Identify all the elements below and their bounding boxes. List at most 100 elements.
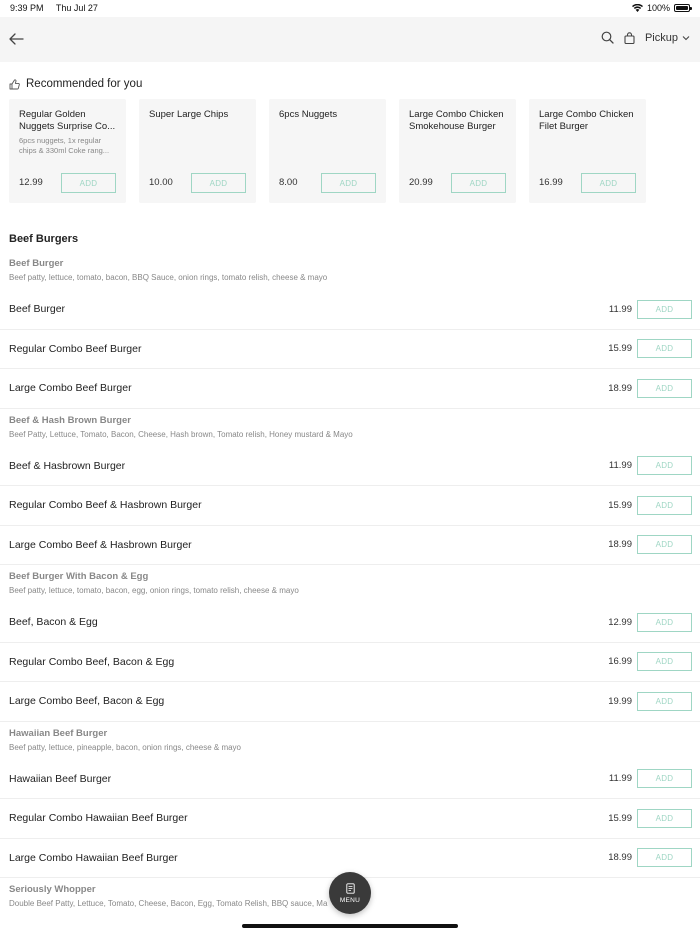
group-name: Beef Burger — [9, 258, 64, 269]
menu-item-row[interactable]: Large Combo Beef Burger 18.99 ADD — [0, 369, 700, 409]
menu-button[interactable]: MENU — [329, 872, 371, 914]
add-button[interactable]: ADD — [637, 808, 692, 828]
recommended-card-name: Regular Golden Nuggets Surprise Co... — [19, 109, 116, 132]
add-button[interactable]: ADD — [637, 612, 692, 632]
add-button[interactable]: ADD — [61, 173, 116, 193]
menu-item-row[interactable]: Regular Combo Beef, Bacon & Egg 16.99 AD… — [0, 643, 700, 682]
menu-item-name: Regular Combo Beef & Hasbrown Burger — [9, 499, 202, 512]
group-header: Beef Burger Beef patty, lettuce, tomato,… — [0, 252, 700, 290]
menu-item-name: Large Combo Hawaiian Beef Burger — [9, 851, 178, 864]
menu-item-price: 19.99 — [608, 695, 632, 707]
menu-item-name: Beef Burger — [9, 303, 66, 316]
menu-item-row[interactable]: Beef & Hasbrown Burger 11.99 ADD — [0, 447, 700, 486]
add-button[interactable]: ADD — [637, 535, 692, 555]
group-header: Beef & Hash Brown Burger Beef Patty, Let… — [0, 409, 700, 447]
group-name: Beef & Hash Brown Burger — [9, 414, 131, 426]
chevron-down-icon — [682, 35, 690, 40]
add-button[interactable]: ADD — [637, 299, 692, 319]
search-icon[interactable] — [601, 31, 614, 44]
menu-item-name: Regular Combo Beef, Bacon & Egg — [9, 655, 175, 668]
add-button[interactable]: ADD — [191, 173, 246, 193]
bag-icon — [624, 31, 635, 44]
recommended-card-name: Large Combo Chicken Filet Burger — [539, 109, 634, 132]
menu-item-price: 18.99 — [608, 852, 632, 864]
add-button[interactable]: ADD — [321, 173, 376, 193]
menu-item-name: Beef, Bacon & Egg — [9, 616, 98, 629]
status-time: 9:39 PM — [10, 3, 44, 13]
pickup-label: Pickup — [644, 31, 678, 44]
menu-item-row[interactable]: Beef, Bacon & Egg 12.99 ADD — [0, 603, 700, 643]
menu-item-row[interactable]: Large Combo Beef & Hasbrown Burger 18.99… — [0, 526, 700, 565]
menu-list: Beef Burger Beef patty, lettuce, tomato,… — [0, 252, 700, 916]
menu-doc-icon — [345, 882, 355, 894]
menu-item-row[interactable]: Large Combo Beef, Bacon & Egg 19.99 ADD — [0, 682, 700, 722]
group-header: Beef Burger With Bacon & Egg Beef patty,… — [0, 565, 700, 603]
group-header: Hawaiian Beef Burger Beef patty, lettuce… — [0, 722, 700, 760]
menu-item-price: 18.99 — [608, 382, 632, 394]
add-button[interactable]: ADD — [637, 848, 692, 868]
menu-item-price: 16.99 — [608, 656, 632, 668]
menu-button-label: MENU — [339, 896, 361, 904]
add-button[interactable]: ADD — [637, 652, 692, 672]
menu-item-row[interactable]: Regular Combo Beef & Hasbrown Burger 15.… — [0, 486, 700, 526]
menu-item-name: Beef & Hasbrown Burger — [9, 459, 126, 472]
menu-item-name: Large Combo Beef Burger — [9, 382, 132, 395]
add-button[interactable]: ADD — [451, 173, 506, 193]
recommended-header: Recommended for you — [9, 78, 142, 90]
menu-item-row[interactable]: Hawaiian Beef Burger 11.99 ADD — [0, 760, 700, 799]
menu-item-row[interactable]: Regular Combo Hawaiian Beef Burger 15.99… — [0, 799, 700, 839]
menu-item-name: Large Combo Beef, Bacon & Egg — [9, 695, 165, 708]
menu-item-price: 11.99 — [608, 460, 632, 472]
wifi-icon — [631, 4, 643, 12]
recommended-card-price: 12.99 — [19, 177, 43, 188]
recommended-card[interactable]: Large Combo Chicken Smokehouse Burger 20… — [399, 99, 516, 203]
menu-item-price: 15.99 — [608, 343, 632, 355]
recommended-card-name: 6pcs Nuggets — [279, 109, 338, 120]
top-nav-bar: Pickup — [0, 17, 700, 62]
menu-item-price: 15.99 — [608, 812, 632, 824]
menu-item-price: 18.99 — [608, 539, 632, 551]
recommended-card-name: Super Large Chips — [149, 109, 229, 120]
recommended-carousel[interactable]: Regular Golden Nuggets Surprise Co... 6p… — [9, 99, 646, 203]
recommended-card[interactable]: 6pcs Nuggets 8.00 ADD — [269, 99, 386, 203]
add-button[interactable]: ADD — [637, 769, 692, 789]
menu-item-price: 11.99 — [608, 303, 632, 315]
menu-item-row[interactable]: Regular Combo Beef Burger 15.99 ADD — [0, 330, 700, 369]
recommended-card-name: Large Combo Chicken Smokehouse Burger — [409, 109, 504, 132]
menu-item-name: Large Combo Beef & Hasbrown Burger — [9, 538, 192, 551]
arrow-left-icon[interactable] — [8, 31, 24, 47]
add-button[interactable]: ADD — [637, 339, 692, 359]
recommended-card[interactable]: Super Large Chips 10.00 ADD — [139, 99, 256, 203]
home-indicator — [242, 924, 458, 928]
add-button[interactable]: ADD — [637, 378, 692, 398]
recommended-card[interactable]: Large Combo Chicken Filet Burger 16.99 A… — [529, 99, 646, 203]
battery-percent: 100% — [646, 3, 670, 13]
status-date: Thu Jul 27 — [55, 3, 98, 13]
group-description: Beef patty, lettuce, pineapple, bacon, o… — [9, 742, 241, 752]
group-description: Beef patty, lettuce, tomato, bacon, egg,… — [9, 586, 299, 595]
battery-icon — [674, 4, 692, 12]
menu-item-name: Regular Combo Beef Burger — [9, 342, 142, 355]
recommended-card[interactable]: Regular Golden Nuggets Surprise Co... 6p… — [9, 99, 126, 203]
recommended-title: Recommended for you — [26, 78, 143, 90]
add-button[interactable]: ADD — [637, 691, 692, 711]
group-description: Beef Patty, Lettuce, Tomato, Bacon, Chee… — [9, 429, 353, 439]
menu-item-price: 12.99 — [608, 616, 632, 628]
add-button[interactable]: ADD — [637, 495, 692, 515]
status-bar: 9:39 PM Thu Jul 27 100% — [0, 0, 700, 17]
menu-item-row[interactable]: Beef Burger 11.99 ADD — [0, 290, 700, 330]
recommended-card-price: 16.99 — [539, 177, 563, 188]
thumbs-up-icon — [9, 78, 20, 89]
add-button[interactable]: ADD — [581, 173, 636, 193]
group-name: Hawaiian Beef Burger — [9, 727, 108, 739]
recommended-card-price: 8.00 — [279, 177, 298, 188]
recommended-card-desc: 6pcs nuggets, 1x regular chips & 330ml C… — [19, 136, 110, 155]
group-description: Beef patty, lettuce, tomato, bacon, BBQ … — [9, 273, 328, 282]
menu-item-price: 15.99 — [608, 499, 632, 511]
recommended-card-price: 20.99 — [409, 177, 433, 188]
add-button[interactable]: ADD — [637, 456, 692, 476]
pickup-selector[interactable]: Pickup — [624, 32, 690, 44]
menu-item-price: 11.99 — [608, 773, 632, 785]
menu-item-name: Hawaiian Beef Burger — [9, 772, 112, 785]
section-title: Beef Burgers — [9, 233, 79, 245]
